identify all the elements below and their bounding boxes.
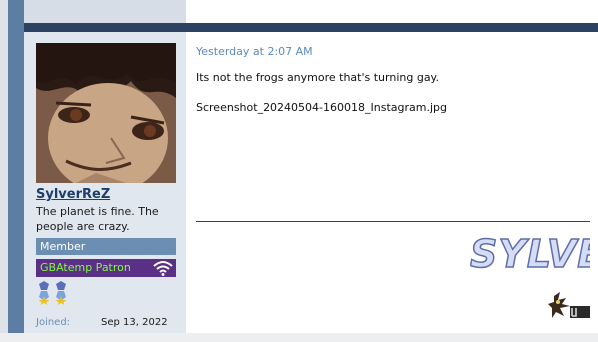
previous-post-body (186, 0, 598, 23)
signature-banner: SYLVE (470, 232, 590, 276)
signature-divider (196, 221, 590, 222)
avatar-image (36, 43, 176, 183)
signature-creature-icon (548, 292, 590, 318)
post-date-link[interactable]: Yesterday at 2:07 AM (196, 45, 313, 58)
member-badge-label: Member (40, 240, 86, 253)
avatar[interactable] (36, 43, 176, 183)
window-shadow (0, 0, 8, 342)
post-message: Its not the frogs anymore that's turning… (196, 71, 439, 84)
signature-image (548, 290, 590, 322)
wifi-icon (153, 261, 173, 276)
user-custom-title: The planet is fine. The people are crazy… (36, 205, 159, 233)
patron-badge[interactable]: GBAtemp Patron (36, 259, 176, 277)
patron-badge-label: GBAtemp Patron (40, 261, 131, 274)
username-link[interactable]: SylverReZ (36, 187, 110, 202)
previous-post-sidebar (24, 0, 186, 23)
trophy-icon (38, 281, 67, 305)
page-left-border (8, 0, 24, 342)
trophy-icons[interactable] (36, 281, 70, 309)
attachment-filename[interactable]: Screenshot_20240504-160018_Instagram.jpg (196, 101, 447, 114)
joined-date: Sep 13, 2022 (101, 317, 168, 328)
window-bottom-shadow (0, 333, 598, 342)
signature-banner-text: SYLVE (470, 232, 590, 276)
joined-label: Joined: (36, 317, 71, 328)
member-badge: Member (36, 238, 176, 255)
post-divider (24, 23, 598, 32)
